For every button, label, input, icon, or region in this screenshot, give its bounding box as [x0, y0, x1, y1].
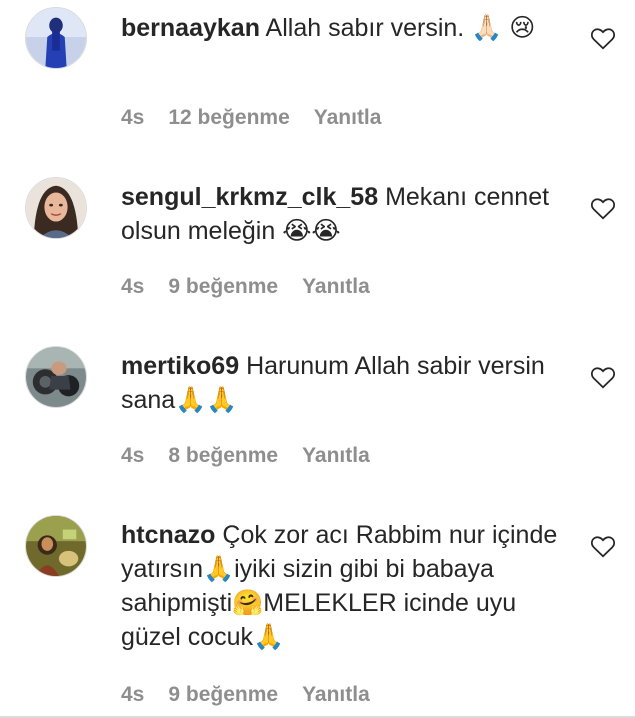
comment-text: htcnazo Çok zor acı Rabbim nur içinde ya…	[121, 518, 561, 654]
comment-username[interactable]: bernaaykan	[121, 14, 260, 42]
heart-outline-icon[interactable]	[590, 26, 616, 50]
comment-likes[interactable]: 12 beğenme	[168, 106, 289, 130]
comment-meta: 4s 9 beğenme Yanıtla	[121, 275, 370, 299]
comment-time[interactable]: 4s	[121, 275, 144, 299]
avatar[interactable]	[25, 177, 87, 239]
comment-time[interactable]: 4s	[121, 106, 144, 130]
comment-text: sengul_krkmz_clk_58 Mekanı cennet olsun …	[121, 180, 561, 248]
avatar[interactable]	[25, 346, 87, 408]
comment-text: mertiko69 Harunum Allah sabir versin san…	[121, 349, 561, 417]
comment-meta: 4s 12 beğenme Yanıtla	[121, 106, 381, 130]
comment-username[interactable]: htcnazo	[121, 521, 215, 549]
reply-button[interactable]: Yanıtla	[302, 275, 370, 299]
comment-likes[interactable]: 9 beğenme	[168, 275, 278, 299]
comment-meta: 4s 9 beğenme Yanıtla	[121, 683, 370, 707]
heart-outline-icon[interactable]	[590, 196, 616, 220]
avatar[interactable]	[25, 515, 87, 577]
reply-button[interactable]: Yanıtla	[302, 444, 370, 468]
comment-time[interactable]: 4s	[121, 444, 144, 468]
comment-list: bernaaykan Allah sabır versin. 🙏🏻 😢 4s 1…	[0, 0, 635, 718]
reply-button[interactable]: Yanıtla	[302, 683, 370, 707]
reply-button[interactable]: Yanıtla	[314, 106, 382, 130]
comment-username[interactable]: mertiko69	[121, 352, 239, 380]
comment-meta: 4s 8 beğenme Yanıtla	[121, 444, 370, 468]
comment-username[interactable]: sengul_krkmz_clk_58	[121, 183, 378, 211]
heart-outline-icon[interactable]	[590, 534, 616, 558]
comment-body: Allah sabır versin. 🙏🏻 😢	[265, 14, 536, 42]
comment-text: bernaaykan Allah sabır versin. 🙏🏻 😢	[121, 11, 561, 45]
heart-outline-icon[interactable]	[590, 365, 616, 389]
avatar[interactable]	[25, 7, 87, 69]
comment-likes[interactable]: 8 beğenme	[168, 444, 278, 468]
comment-likes[interactable]: 9 beğenme	[168, 683, 278, 707]
comment-time[interactable]: 4s	[121, 683, 144, 707]
